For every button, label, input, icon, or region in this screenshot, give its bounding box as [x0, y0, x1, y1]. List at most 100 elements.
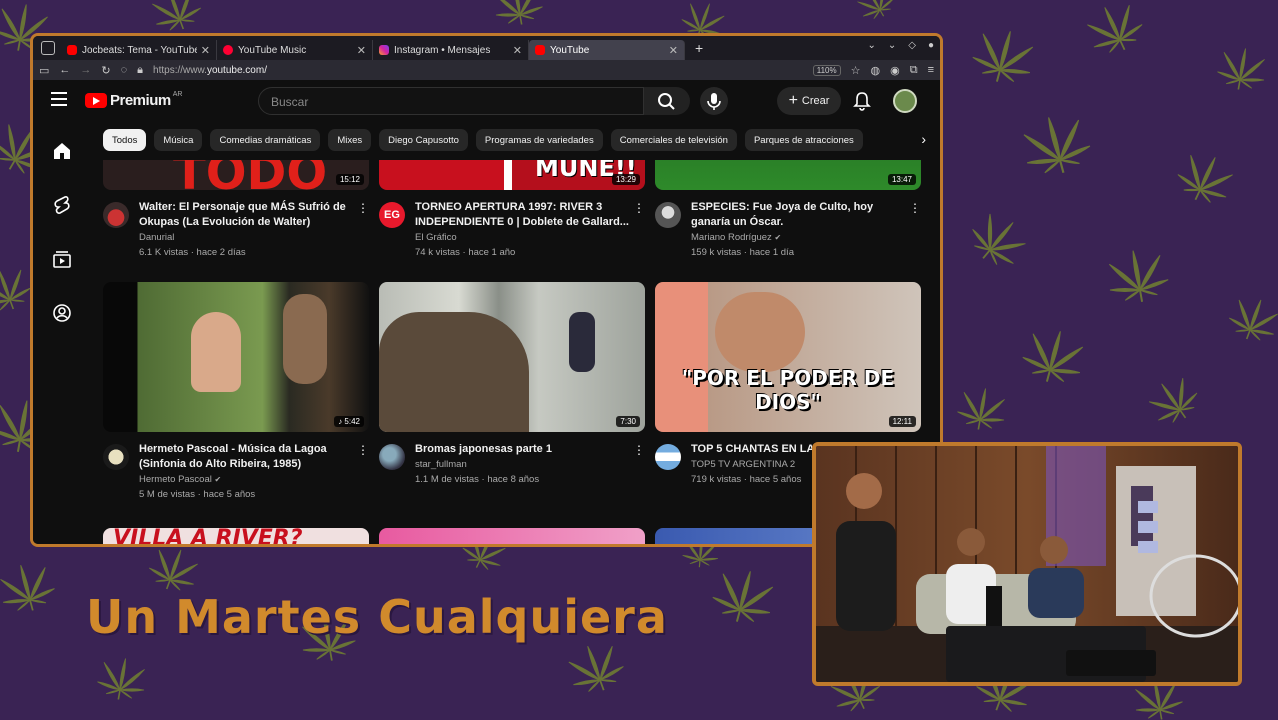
new-tab-button[interactable]: +	[695, 40, 703, 56]
youtube-play-icon	[85, 93, 107, 108]
channel-name[interactable]: Hermeto Pascoal ✔	[139, 472, 353, 487]
more-options-icon[interactable]: ⋮	[357, 201, 369, 215]
tab-jocbeats[interactable]: Jocbeats: Tema - YouTube ✕	[61, 40, 217, 60]
tab-youtube-music[interactable]: YouTube Music ✕	[217, 40, 373, 60]
extensions-icon[interactable]: ⧉	[910, 64, 918, 77]
close-window-icon[interactable]: ●	[928, 40, 934, 51]
chip-variedades[interactable]: Programas de variedades	[475, 129, 603, 151]
video-title[interactable]: Hermeto Pascoal - Música da Lagoa (Sinfo…	[139, 442, 353, 472]
maximize-icon[interactable]: ◇	[908, 40, 916, 51]
zoom-indicator[interactable]: 110%	[812, 64, 841, 76]
chip-todos[interactable]: Todos	[103, 129, 147, 151]
subscriptions-icon[interactable]	[51, 248, 73, 270]
tab-instagram[interactable]: Instagram • Mensajes ✕	[373, 40, 529, 60]
channel-avatar[interactable]: EG	[379, 202, 405, 228]
video-duration: 12:11	[888, 416, 916, 427]
video-thumbnail[interactable]: "POR EL PODER DE DIOS" 12:11	[655, 282, 921, 432]
shorts-icon[interactable]	[51, 194, 73, 216]
shield-icon[interactable]: ◌	[121, 64, 128, 76]
tab-overview-icon[interactable]	[41, 41, 55, 55]
forward-icon[interactable]: →	[80, 64, 91, 76]
close-icon[interactable]: ✕	[513, 44, 522, 57]
tab-youtube[interactable]: YouTube ✕	[529, 40, 685, 60]
back-icon[interactable]: ←	[59, 64, 70, 76]
more-options-icon[interactable]: ⋮	[909, 201, 921, 215]
youtube-premium-logo[interactable]: Premium AR	[85, 91, 182, 109]
close-icon[interactable]: ✕	[357, 44, 366, 57]
video-thumbnail[interactable]: 7:30	[379, 282, 645, 432]
video-card[interactable]: ♪ 5:42 Hermeto Pascoal - Música da Lagoa…	[103, 282, 369, 502]
webcam-overlay	[812, 442, 1242, 686]
video-thumbnail[interactable]: VILLA A RIVER?	[103, 528, 369, 544]
video-card[interactable]: MUNE!! 13:29 EG TORNEO APERTURA 1997: RI…	[379, 160, 645, 260]
video-title[interactable]: Walter: El Personaje que MÁS Sufrió de O…	[139, 200, 353, 230]
channel-avatar[interactable]	[655, 444, 681, 470]
more-options-icon[interactable]: ⋮	[633, 201, 645, 215]
channel-avatar[interactable]	[655, 202, 681, 228]
chevron-right-icon[interactable]: ›	[921, 131, 926, 147]
duration-text: 5:42	[344, 417, 360, 426]
video-title[interactable]: TORNEO APERTURA 1997: RIVER 3 INDEPENDIE…	[415, 200, 629, 230]
video-thumbnail[interactable]: 13:47	[655, 160, 921, 190]
list-tabs-icon[interactable]: ⌄	[867, 40, 875, 51]
video-card[interactable]: 13:47 ESPECIES: Fue Joya de Culto, hoy g…	[655, 160, 921, 260]
channel-avatar[interactable]	[103, 444, 129, 470]
browser-window: Jocbeats: Tema - YouTube ✕ YouTube Music…	[30, 33, 943, 547]
video-thumbnail[interactable]: ♪ 5:42	[103, 282, 369, 432]
account-avatar[interactable]	[893, 89, 917, 113]
webcam-feed-image	[816, 446, 1238, 682]
voice-search-button[interactable]	[700, 87, 728, 115]
video-duration: 13:47	[887, 174, 916, 185]
video-card[interactable]: VILLA A RIVER?	[103, 528, 369, 544]
video-thumbnail[interactable]: MUNE!! 13:29	[379, 160, 645, 190]
microphone-icon	[707, 93, 721, 110]
channel-avatar[interactable]	[379, 444, 405, 470]
pocket-icon[interactable]: ◍	[871, 64, 881, 77]
chip-mixes[interactable]: Mixes	[328, 129, 372, 151]
hamburger-menu-icon[interactable]	[51, 92, 67, 106]
show-title: Un Martes Cualquiera	[86, 590, 668, 644]
sidebar-icon[interactable]: ▭	[39, 64, 49, 77]
video-thumbnail[interactable]: TODO 15:12	[103, 160, 369, 190]
channel-name[interactable]: Mariano Rodríguez ✔	[691, 230, 905, 245]
minimize-icon[interactable]: ⌄	[888, 40, 896, 51]
chip-comerciales[interactable]: Comerciales de televisión	[610, 129, 737, 151]
reload-icon[interactable]: ↻	[101, 64, 110, 77]
close-icon[interactable]: ✕	[201, 44, 210, 57]
video-title[interactable]: Bromas japonesas parte 1	[415, 442, 629, 457]
channel-name[interactable]: Danurial	[139, 230, 353, 245]
chip-parques[interactable]: Parques de atracciones	[744, 129, 863, 151]
channel-avatar[interactable]	[103, 202, 129, 228]
channel-name[interactable]: star_fullman	[415, 457, 629, 472]
home-icon[interactable]	[51, 140, 73, 162]
video-card[interactable]	[379, 528, 645, 544]
account-icon[interactable]: ◉	[890, 64, 900, 77]
chip-capusotto[interactable]: Diego Capusotto	[379, 129, 468, 151]
search-icon	[658, 93, 675, 110]
create-button[interactable]: + Crear	[777, 87, 841, 115]
video-thumbnail[interactable]	[379, 528, 645, 544]
plus-icon: +	[788, 92, 798, 109]
youtube-page: Premium AR Buscar + Crear Todos Música C…	[33, 80, 940, 544]
chip-musica[interactable]: Música	[154, 129, 203, 151]
more-options-icon[interactable]: ⋮	[633, 443, 645, 457]
address-bar[interactable]: https://www.youtube.com/	[153, 65, 803, 76]
bookmark-star-icon[interactable]: ☆	[851, 64, 861, 77]
video-card[interactable]: 7:30 Bromas japonesas parte 1 star_fullm…	[379, 282, 645, 487]
video-title[interactable]: ESPECIES: Fue Joya de Culto, hoy ganaría…	[691, 200, 905, 230]
more-options-icon[interactable]: ⋮	[357, 443, 369, 457]
thumbnail-text: "POR EL PODER DE DIOS"	[681, 366, 895, 414]
notifications-bell-icon[interactable]	[851, 90, 873, 112]
channel-name[interactable]: El Gráfico	[415, 230, 629, 245]
close-icon[interactable]: ✕	[669, 44, 678, 57]
search-input[interactable]: Buscar	[258, 87, 644, 115]
you-profile-icon[interactable]	[51, 302, 73, 324]
app-menu-icon[interactable]: ≡	[928, 64, 934, 76]
video-duration: ♪ 5:42	[334, 416, 364, 427]
video-card[interactable]: TODO 15:12 Walter: El Personaje que MÁS …	[103, 160, 369, 260]
chip-comedias[interactable]: Comedias dramáticas	[210, 129, 321, 151]
tab-label: Instagram • Mensajes	[394, 44, 491, 56]
youtube-header: Premium AR Buscar + Crear	[33, 80, 940, 122]
search-button[interactable]	[644, 87, 690, 115]
navigation-toolbar: ▭ ← → ↻ ◌ 🔒︎ https://www.youtube.com/ 11…	[33, 60, 940, 80]
